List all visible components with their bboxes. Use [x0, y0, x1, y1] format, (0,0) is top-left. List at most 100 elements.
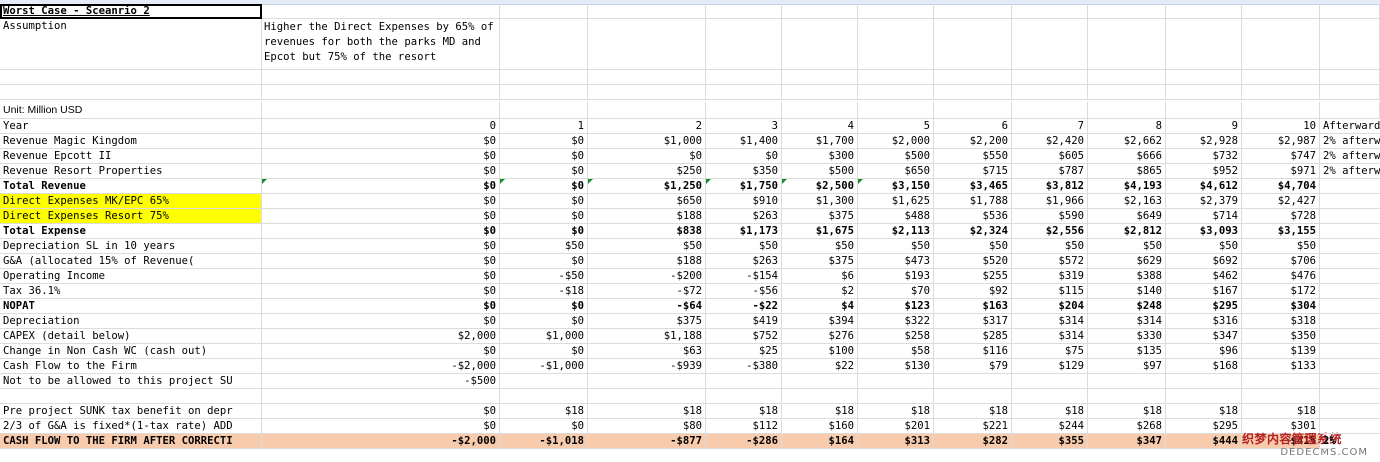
value-cell[interactable]: $319	[1012, 269, 1088, 284]
row-label[interactable]: Direct Expenses Resort 75%	[0, 209, 262, 224]
value-cell[interactable]: $139	[1242, 344, 1320, 359]
empty-cell[interactable]	[588, 85, 706, 100]
empty-cell[interactable]	[1012, 85, 1088, 100]
value-cell[interactable]: $752	[706, 329, 782, 344]
value-cell[interactable]: $375	[782, 209, 858, 224]
value-cell[interactable]: -$1,000	[500, 359, 588, 374]
row-label[interactable]: Year	[0, 119, 262, 134]
value-cell[interactable]: $276	[782, 329, 858, 344]
value-cell[interactable]: $221	[934, 419, 1012, 434]
empty-cell[interactable]	[1012, 70, 1088, 85]
empty-cell[interactable]	[934, 70, 1012, 85]
value-cell[interactable]: -$22	[706, 299, 782, 314]
value-cell[interactable]	[262, 389, 500, 404]
value-cell[interactable]: $25	[706, 344, 782, 359]
afterwards-cell[interactable]	[1320, 179, 1380, 194]
empty-cell[interactable]	[1088, 102, 1166, 119]
row-label[interactable]: Revenue Resort Properties	[0, 164, 262, 179]
value-cell[interactable]: $355	[1012, 434, 1088, 449]
empty-cell[interactable]	[1088, 19, 1166, 70]
afterwards-cell[interactable]	[1320, 284, 1380, 299]
value-cell[interactable]: $50	[934, 239, 1012, 254]
value-cell[interactable]: $172	[1242, 284, 1320, 299]
value-cell[interactable]: $350	[1242, 329, 1320, 344]
value-cell[interactable]: $1,966	[1012, 194, 1088, 209]
value-cell[interactable]: $0	[262, 224, 500, 239]
value-cell[interactable]: $4,704	[1242, 179, 1320, 194]
value-cell[interactable]: $316	[1166, 314, 1242, 329]
row-label[interactable]: Depreciation	[0, 314, 262, 329]
value-cell[interactable]: $314	[1088, 314, 1166, 329]
afterwards-cell[interactable]	[1320, 389, 1380, 404]
value-cell[interactable]: $313	[858, 434, 934, 449]
value-cell[interactable]: $0	[262, 209, 500, 224]
value-cell[interactable]: $476	[1242, 269, 1320, 284]
value-cell[interactable]: -$18	[500, 284, 588, 299]
value-cell[interactable]: $50	[1166, 239, 1242, 254]
value-cell[interactable]: $18	[500, 404, 588, 419]
empty-cell[interactable]	[1166, 85, 1242, 100]
empty-cell[interactable]	[1320, 85, 1380, 100]
value-cell[interactable]: $97	[1088, 359, 1166, 374]
value-cell[interactable]: $388	[1088, 269, 1166, 284]
value-cell[interactable]: $188	[588, 209, 706, 224]
value-cell[interactable]: $2,113	[858, 224, 934, 239]
value-cell[interactable]	[588, 389, 706, 404]
empty-cell[interactable]	[858, 70, 934, 85]
row-label[interactable]: Operating Income	[0, 269, 262, 284]
value-cell[interactable]: $164	[782, 434, 858, 449]
value-cell[interactable]: -$56	[706, 284, 782, 299]
value-cell[interactable]: $18	[1242, 404, 1320, 419]
row-label[interactable]: Depreciation SL in 10 years	[0, 239, 262, 254]
value-cell[interactable]: $201	[858, 419, 934, 434]
value-cell[interactable]: 5	[858, 119, 934, 134]
value-cell[interactable]: $650	[588, 194, 706, 209]
afterwards-cell[interactable]: Afterwards	[1320, 119, 1380, 134]
empty-cell[interactable]	[1242, 4, 1320, 19]
value-cell[interactable]: $350	[706, 164, 782, 179]
empty-cell[interactable]	[1242, 85, 1320, 100]
value-cell[interactable]: $22	[782, 359, 858, 374]
value-cell[interactable]: $140	[1088, 284, 1166, 299]
value-cell[interactable]: $18	[858, 404, 934, 419]
value-cell[interactable]: $4,193	[1088, 179, 1166, 194]
empty-cell[interactable]	[1242, 70, 1320, 85]
value-cell[interactable]: $3,093	[1166, 224, 1242, 239]
value-cell[interactable]: $2,556	[1012, 224, 1088, 239]
value-cell[interactable]: $255	[934, 269, 1012, 284]
spreadsheet-grid[interactable]: Worst Case - Sceanrio 2 Assumption Highe…	[0, 0, 1380, 462]
row-label[interactable]	[0, 389, 262, 404]
afterwards-cell[interactable]	[1320, 209, 1380, 224]
value-cell[interactable]: $1,173	[706, 224, 782, 239]
value-cell[interactable]: 0	[262, 119, 500, 134]
value-cell[interactable]: $50	[1242, 239, 1320, 254]
value-cell[interactable]: $1,300	[782, 194, 858, 209]
row-label[interactable]: G&A (allocated 15% of Revenue(	[0, 254, 262, 269]
value-cell[interactable]: $50	[782, 239, 858, 254]
value-cell[interactable]: $572	[1012, 254, 1088, 269]
afterwards-cell[interactable]	[1320, 224, 1380, 239]
empty-cell[interactable]	[782, 85, 858, 100]
afterwards-cell[interactable]: 2%	[1320, 434, 1336, 449]
afterwards-cell[interactable]	[1320, 329, 1380, 344]
value-cell[interactable]: $75	[1012, 344, 1088, 359]
value-cell[interactable]: $1,000	[500, 329, 588, 344]
value-cell[interactable]: $133	[1242, 359, 1320, 374]
value-cell[interactable]: $728	[1242, 209, 1320, 224]
value-cell[interactable]: $18	[1012, 404, 1088, 419]
value-cell[interactable]: $188	[588, 254, 706, 269]
empty-cell[interactable]	[588, 4, 706, 19]
row-label[interactable]: Change in Non Cash WC (cash out)	[0, 344, 262, 359]
empty-cell[interactable]	[782, 102, 858, 119]
row-label[interactable]: CASH FLOW TO THE FIRM AFTER CORRECTI	[0, 434, 262, 449]
value-cell[interactable]: $0	[588, 149, 706, 164]
value-cell[interactable]	[1242, 389, 1320, 404]
value-cell[interactable]: 9	[1166, 119, 1242, 134]
value-cell[interactable]: $295	[1166, 419, 1242, 434]
value-cell[interactable]: $500	[782, 164, 858, 179]
value-cell[interactable]: $304	[1242, 299, 1320, 314]
title-cell[interactable]: Worst Case - Sceanrio 2	[0, 4, 262, 19]
value-cell[interactable]: $1,250	[588, 179, 706, 194]
empty-cell[interactable]	[1012, 4, 1088, 19]
value-cell[interactable]: $1,188	[588, 329, 706, 344]
